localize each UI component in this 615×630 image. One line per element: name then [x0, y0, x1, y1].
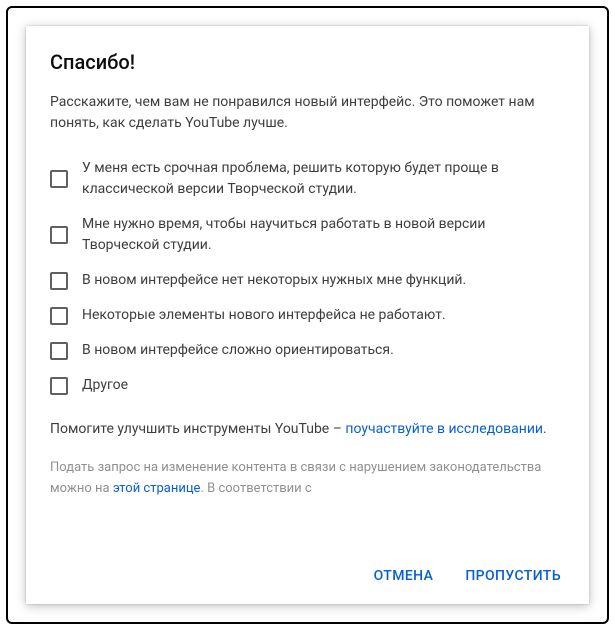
checkbox-icon[interactable]	[50, 170, 68, 188]
cancel-button[interactable]: ОТМЕНА	[362, 560, 446, 592]
skip-button[interactable]: ПРОПУСТИТЬ	[453, 560, 573, 592]
checkbox-label: В новом интерфейсе нет некоторых нужных …	[82, 270, 466, 291]
checkbox-option[interactable]: В новом интерфейсе сложно ориентироватьс…	[50, 340, 565, 361]
checkbox-option[interactable]: Мне нужно время, чтобы научиться работат…	[50, 214, 565, 256]
research-link[interactable]: поучаствуйте в исследовании	[345, 421, 543, 437]
legal-link[interactable]: этой странице	[113, 481, 201, 496]
checkbox-option[interactable]: Некоторые элементы нового интерфейса не …	[50, 305, 565, 326]
checkbox-icon[interactable]	[50, 307, 68, 325]
checkbox-icon[interactable]	[50, 226, 68, 244]
dialog-intro: Расскажите, чем вам не понравился новый …	[50, 92, 565, 134]
checkbox-icon[interactable]	[50, 272, 68, 290]
research-help-text: Помогите улучшить инструменты YouTube – …	[50, 418, 565, 440]
checkbox-label: В новом интерфейсе сложно ориентироватьс…	[82, 340, 394, 361]
feedback-dialog: Спасибо! Расскажите, чем вам не понравил…	[26, 26, 589, 604]
checkbox-label: Мне нужно время, чтобы научиться работат…	[82, 214, 565, 256]
dialog-heading: Спасибо!	[50, 50, 565, 74]
dialog-frame: Спасибо! Расскажите, чем вам не понравил…	[6, 6, 609, 624]
checkbox-list: У меня есть срочная проблема, решить кот…	[50, 158, 565, 396]
dialog-scroll-area[interactable]: Спасибо! Расскажите, чем вам не понравил…	[26, 26, 589, 550]
legal-suffix: . В соответствии с	[200, 481, 311, 496]
checkbox-label: Некоторые элементы нового интерфейса не …	[82, 305, 446, 326]
checkbox-option[interactable]: В новом интерфейсе нет некоторых нужных …	[50, 270, 565, 291]
help-prefix: Помогите улучшить инструменты YouTube –	[50, 421, 345, 437]
checkbox-option[interactable]: Другое	[50, 375, 565, 396]
help-suffix: .	[543, 421, 547, 437]
checkbox-option[interactable]: У меня есть срочная проблема, решить кот…	[50, 158, 565, 200]
checkbox-label: У меня есть срочная проблема, решить кот…	[82, 158, 565, 200]
legal-text: Подать запрос на изменение контента в св…	[50, 458, 565, 500]
dialog-actions: ОТМЕНА ПРОПУСТИТЬ	[26, 550, 589, 604]
checkbox-icon[interactable]	[50, 342, 68, 360]
checkbox-label: Другое	[82, 375, 128, 396]
checkbox-icon[interactable]	[50, 377, 68, 395]
